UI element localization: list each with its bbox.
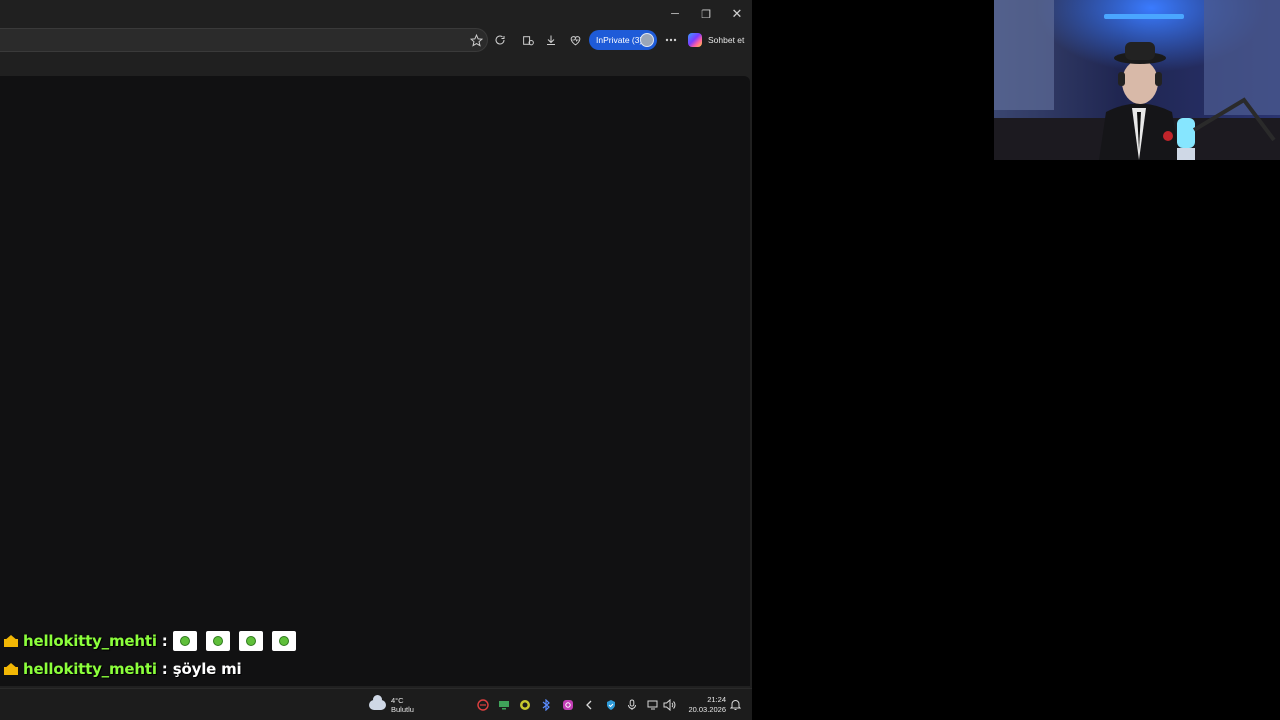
- monitor-tray-icon[interactable]: [497, 698, 511, 712]
- collections-icon[interactable]: [519, 31, 537, 49]
- extension-refresh-icon[interactable]: [491, 31, 509, 49]
- emote-icon: [271, 631, 296, 651]
- crown-icon: [4, 635, 18, 647]
- antivirus-tray-icon[interactable]: [476, 698, 490, 712]
- chevron-left-icon[interactable]: [582, 698, 596, 712]
- title-bar: ─ ❐ ✕: [0, 0, 752, 28]
- webcam-feed: [994, 0, 1280, 160]
- chat-message: hellokitty_mehti : şöyle mi: [4, 656, 242, 682]
- clock-date: 20.03.2026: [688, 705, 726, 714]
- clock-time: 21:24: [707, 695, 726, 704]
- inprivate-label: InPrivate (3): [596, 35, 643, 45]
- inprivate-button[interactable]: InPrivate (3): [589, 30, 657, 50]
- more-icon[interactable]: [662, 31, 680, 49]
- emote-icon: [238, 631, 263, 651]
- close-button[interactable]: ✕: [722, 4, 752, 24]
- favorite-star-icon[interactable]: [467, 31, 485, 49]
- stream-canvas: ─ ❐ ✕ InPrivate (3) Sohbet et hellokitty…: [0, 0, 1280, 720]
- minimize-button[interactable]: ─: [660, 4, 690, 24]
- chat-message: hellokitty_mehti :: [4, 628, 305, 654]
- chat-separator: :: [161, 632, 168, 650]
- download-icon[interactable]: [542, 31, 560, 49]
- chat-separator: :: [161, 660, 168, 678]
- weather-temp: 4°C: [391, 696, 404, 705]
- instagram-tray-icon[interactable]: [561, 698, 575, 712]
- favorites-bar: [0, 52, 752, 76]
- taskbar: 4°C Bulutlu 21:24 20.03.2026: [0, 688, 752, 720]
- microphone-icon[interactable]: [625, 698, 639, 712]
- emote-icon: [172, 631, 197, 651]
- chat-text: şöyle mi: [172, 660, 242, 678]
- maximize-button[interactable]: ❐: [691, 4, 721, 24]
- webcam-image: [994, 0, 1280, 160]
- copilot-chat-button[interactable]: Sohbet et: [688, 31, 744, 49]
- browser-toolbar: InPrivate (3) Sohbet et: [0, 28, 752, 52]
- address-bar[interactable]: [0, 28, 488, 52]
- page-content[interactable]: [0, 76, 750, 686]
- copilot-chat-label: Sohbet et: [708, 35, 745, 45]
- browser-window: ─ ❐ ✕ InPrivate (3) Sohbet et: [0, 0, 752, 688]
- cloud-icon: [369, 695, 386, 710]
- browser-essentials-icon[interactable]: [566, 31, 584, 49]
- chat-username: hellokitty_mehti: [23, 632, 157, 650]
- copilot-icon: [688, 33, 702, 47]
- app-tray-icon[interactable]: [518, 698, 532, 712]
- notification-bell-icon[interactable]: [728, 698, 742, 712]
- emote-icon: [205, 631, 230, 651]
- security-tray-icon[interactable]: [604, 698, 618, 712]
- network-icon[interactable]: [646, 698, 660, 712]
- system-clock[interactable]: 21:24 20.03.2026: [684, 695, 726, 715]
- weather-widget[interactable]: 4°C Bulutlu: [369, 694, 414, 716]
- volume-icon[interactable]: [662, 698, 676, 712]
- chat-username: hellokitty_mehti: [23, 660, 157, 678]
- profile-avatar: [640, 33, 654, 47]
- bluetooth-icon[interactable]: [539, 698, 553, 712]
- weather-condition: Bulutlu: [391, 705, 414, 714]
- crown-icon: [4, 663, 18, 675]
